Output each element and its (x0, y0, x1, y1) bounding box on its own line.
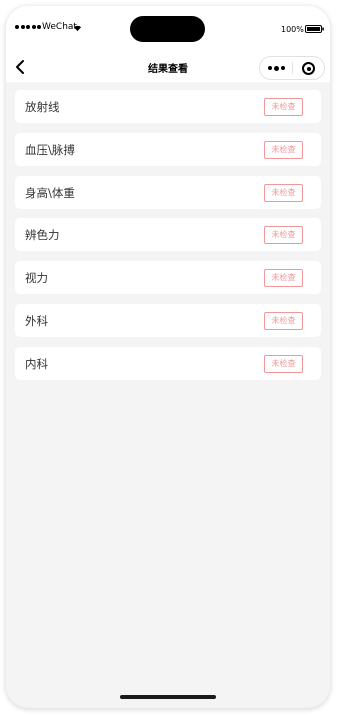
status-badge: 未检查 (264, 183, 303, 202)
more-dots-icon[interactable] (268, 64, 286, 72)
home-indicator (120, 695, 216, 699)
nav-bar: 结果查看 (6, 52, 330, 82)
status-badge: 未检查 (264, 269, 303, 288)
item-label: 血压\脉搏 (25, 142, 75, 157)
status-badge: 未检查 (264, 354, 303, 373)
dynamic-island (130, 16, 205, 42)
item-label: 放射线 (25, 100, 60, 114)
item-label: 视力 (25, 271, 48, 286)
list-item[interactable]: 视力 未检查 (15, 261, 321, 295)
mini-program-capsule (259, 56, 325, 80)
list-item[interactable]: 辨色力 未检查 (15, 218, 321, 252)
list-item[interactable]: 放射线 未检查 (15, 90, 321, 123)
item-label: 内科 (25, 356, 48, 371)
phone-screen: WeChat 100% 结果查看 放射线 未检查 血压\脉搏 未检查 身高\体重 未检查辨… (6, 6, 330, 708)
status-badge: 未检查 (264, 98, 303, 116)
item-label: 外科 (25, 313, 48, 328)
item-label: 身高\体重 (25, 185, 75, 200)
target-circle-icon[interactable] (302, 62, 315, 75)
status-badge: 未检查 (264, 311, 303, 330)
carrier-name: WeChat (42, 22, 77, 32)
wifi-icon (73, 25, 82, 32)
result-list: 放射线 未检查 血压\脉搏 未检查 身高\体重 未检查 辨色力 未检查 视力 未检查 外科 未检查 内科… (15, 90, 321, 390)
list-item[interactable]: 外科 未检查 (15, 303, 321, 337)
capsule-divider (292, 62, 293, 74)
list-item[interactable]: 身高\体重 未检查 (15, 175, 321, 209)
item-label: 辨色力 (25, 228, 60, 243)
status-badge: 未检查 (264, 226, 303, 245)
status-badge: 未检查 (264, 140, 303, 159)
signal-dots-icon (15, 25, 41, 29)
list-item[interactable]: 血压\脉搏 未检查 (15, 132, 321, 166)
list-item[interactable]: 内科 未检查 (15, 346, 321, 380)
battery-percent: 100% (281, 25, 304, 34)
battery-icon (305, 25, 324, 33)
status-bar: WeChat 100% (6, 6, 330, 52)
